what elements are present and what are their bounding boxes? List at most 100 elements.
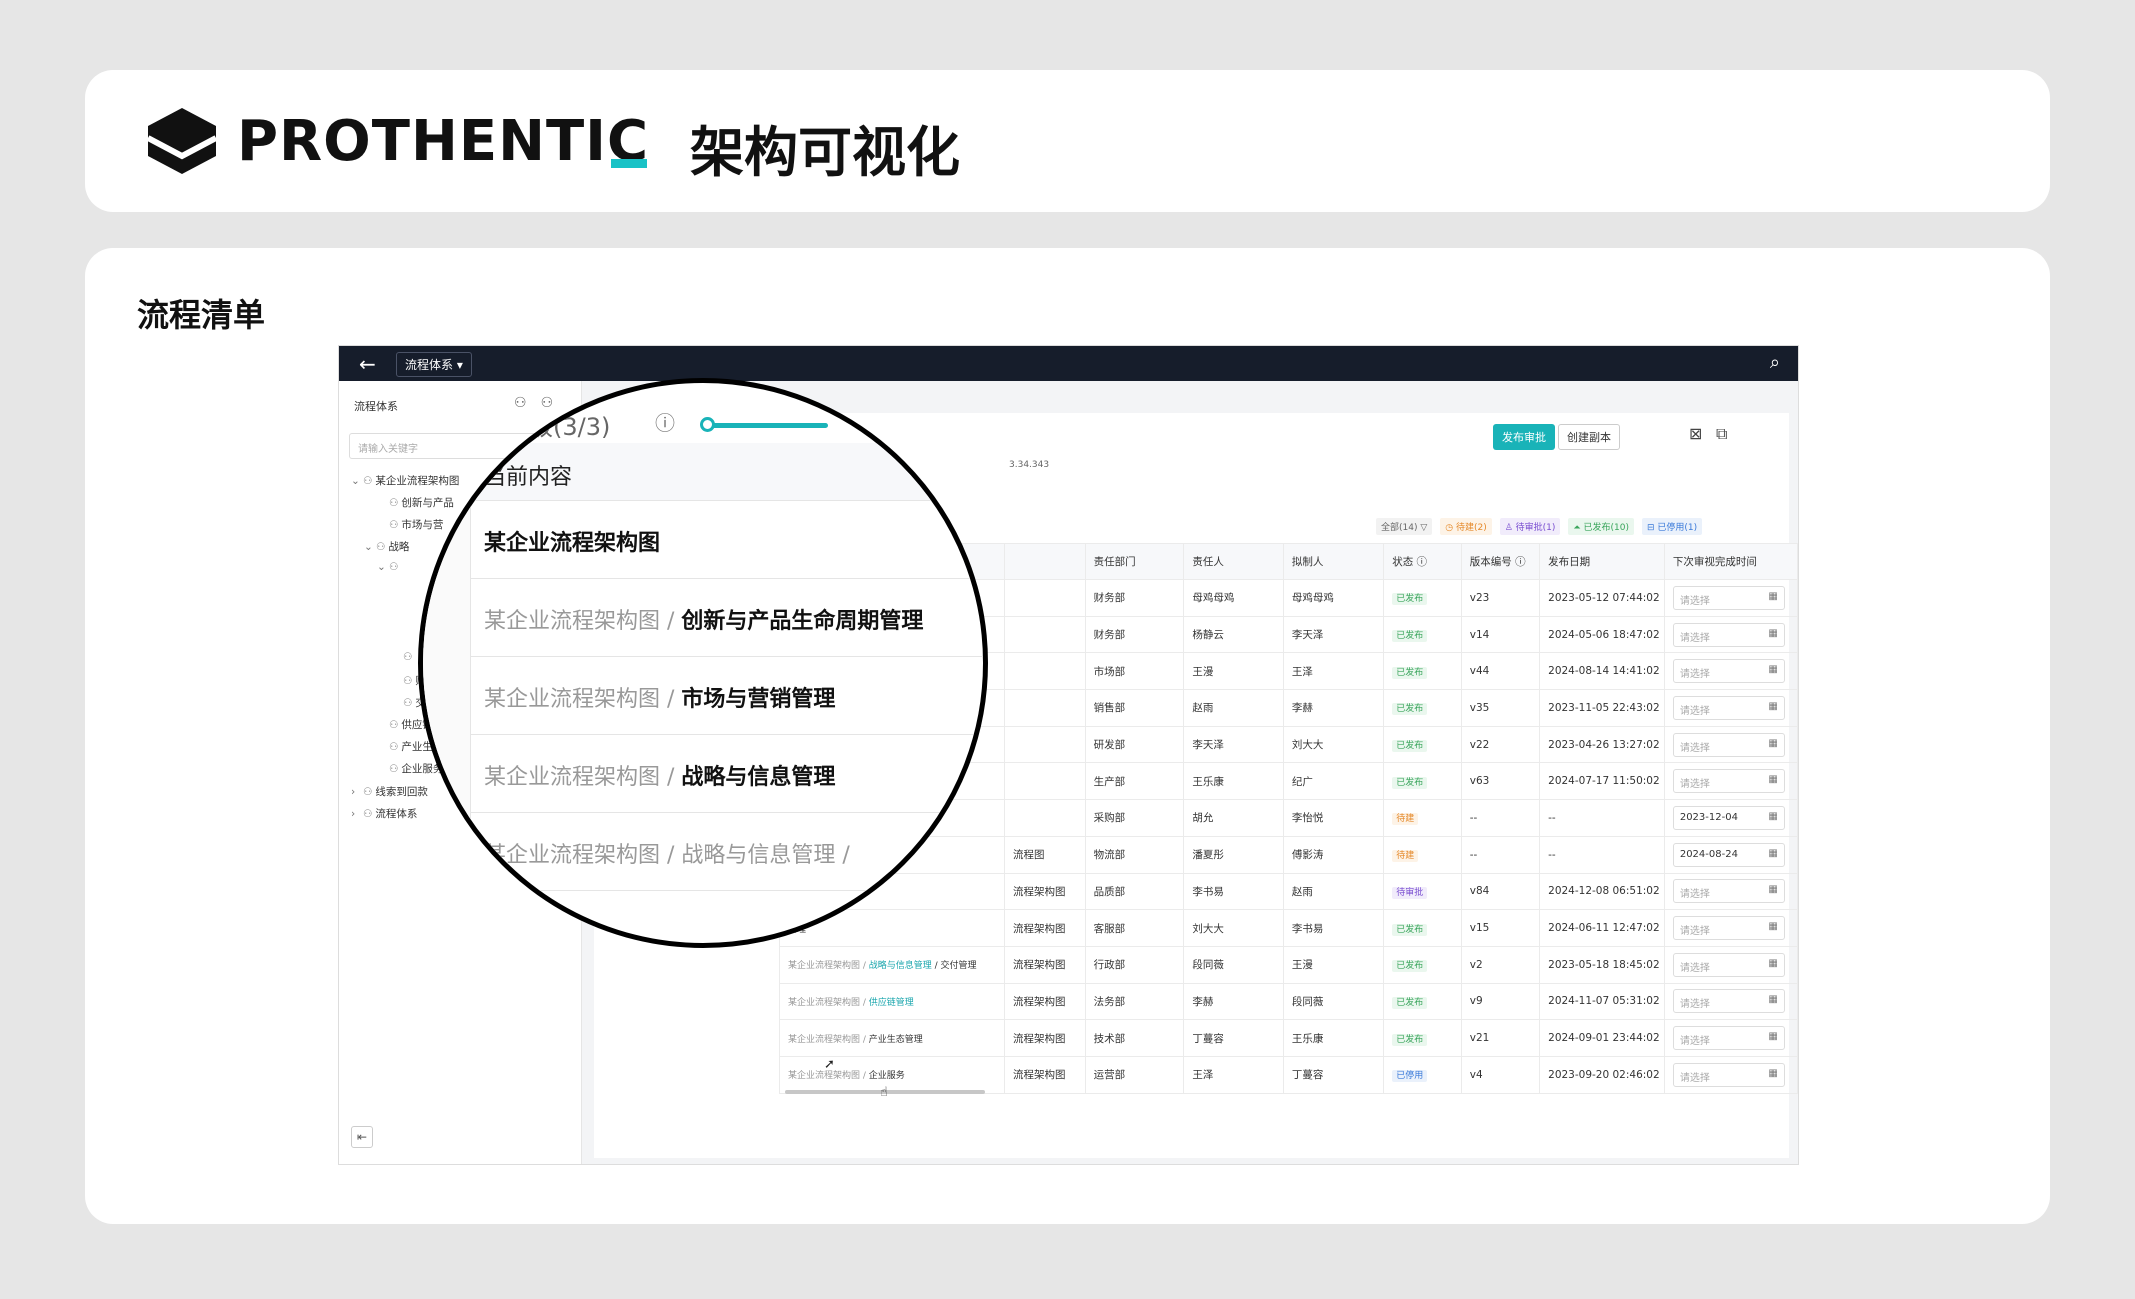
excel-export-icon[interactable]: ⊠ [1689,424,1702,443]
date-picker-input[interactable]: 请选择 [1672,585,1785,610]
dept-cell: 运营部 [1084,1055,1185,1094]
status-cell: 已发布 [1383,652,1462,691]
sidebar-tree-item[interactable]: ⌄ ⚇ 战略 [364,539,409,554]
tree-node-icon: ⚇ [389,497,399,509]
create-copy-button[interactable]: 创建副本 [1558,424,1620,450]
status-badge: 已发布 [1392,960,1428,973]
publish-approval-button[interactable]: 发布审批 [1493,424,1555,450]
date-picker-input[interactable]: 2024-08-24 [1672,842,1785,867]
date-cell: 2024-08-14 14:41:02 [1539,652,1665,691]
column-header[interactable]: 拟制人 [1282,543,1385,580]
version-cell: v44 [1460,652,1541,691]
column-header[interactable] [1004,543,1086,580]
next-review-cell: 请选择 [1663,982,1798,1021]
column-header[interactable]: 版本编号 ⓘ [1460,543,1541,580]
date-picker-input[interactable]: 请选择 [1672,989,1785,1014]
lens-row[interactable]: 某企业流程架构图 [471,501,983,579]
date-picker-input[interactable]: 2023-12-04 [1672,805,1785,830]
table-row[interactable]: 某企业流程架构图 / 企业服务 流程架构图 运营部 王泽 丁蔓容 已停用 v4 2023-09… [779,1055,1798,1094]
sidebar-tree-item[interactable]: › ⚇ 线索到回款 [351,784,428,799]
collapse-sidebar-icon[interactable]: ⇤ [351,1126,373,1148]
type-cell [1004,579,1086,617]
magnifier-lens: 层级(3/3) ⓘ 当前内容 某企业流程架构图 某企业流程架构图 / 创新与产品生… [418,378,988,948]
table-row[interactable]: 某企业流程架构图 / 供应链管理 流程架构图 法务部 李赫 段同薇 已发布 v9 2024-1… [779,982,1798,1021]
tree-node-icon: ⚇ [389,741,399,753]
sidebar-title: 流程体系 [354,400,398,413]
column-header[interactable]: 状态 ⓘ [1383,543,1462,580]
level-slider-knob[interactable] [700,417,715,432]
search-icon[interactable]: ⌕ [1770,352,1780,373]
drafter-cell: 王漫 [1282,945,1385,984]
status-filter-chip[interactable]: ⏶ 已发布(10) [1568,518,1634,535]
info-icon: ⓘ [655,411,675,435]
column-header[interactable]: 发布日期 [1539,543,1665,580]
date-cell: 2023-04-26 13:27:02 [1539,725,1665,764]
sidebar-tree-item[interactable]: ⌄ ⚇ [377,561,401,573]
next-review-cell: 请选择 [1663,579,1798,617]
date-cell: 2024-06-11 12:47:02 [1539,909,1665,947]
path-link[interactable]: 战略与信息管理 [869,961,932,971]
next-review-cell: 请选择 [1663,872,1798,911]
copy-doc-icon[interactable]: ⧉ [1716,424,1727,444]
table-row[interactable]: 某企业流程架构图 / 战略与信息管理 / 交付管理 流程架构图 行政部 段同薇 王漫 已发… [779,945,1798,984]
lens-row[interactable]: 某企业流程架构图 / 创新与产品生命周期管理 [471,579,983,657]
dept-cell: 法务部 [1084,982,1185,1021]
date-picker-input[interactable]: 请选择 [1672,732,1785,757]
owner-cell: 王泽 [1183,1055,1284,1094]
status-filter-chip[interactable]: ♙ 待审批(1) [1499,518,1561,535]
next-review-cell: 请选择 [1663,945,1798,984]
dept-cell: 采购部 [1084,799,1185,837]
column-header[interactable]: 责任人 [1183,543,1284,580]
level-slider[interactable] [708,423,828,428]
date-picker-input[interactable]: 请选择 [1672,659,1785,684]
status-filters: 全部(14) ▽ ◷ 待建(2) ♙ 待审批(1) ⏶ 已发布(10) ⊟ 已停用(1) [1376,518,1703,535]
version-cell: v84 [1460,872,1541,911]
type-cell [1004,762,1086,801]
sidebar-tree-item[interactable]: › ⚇ 流程体系 [351,806,417,821]
next-review-cell: 请选择 [1663,1019,1798,1057]
chevron-icon[interactable]: › [351,808,363,820]
version-cell: v21 [1460,1019,1541,1057]
date-picker-input[interactable]: 请选择 [1672,769,1785,794]
version-cell: v15 [1460,909,1541,947]
version-cell: v63 [1460,762,1541,801]
dept-cell: 品质部 [1084,872,1185,911]
date-picker-input[interactable]: 请选择 [1672,916,1785,941]
date-cell: 2023-05-18 18:45:02 [1539,945,1665,984]
date-picker-input[interactable]: 请选择 [1672,1062,1785,1087]
status-filter-chip[interactable]: 全部(14) ▽ [1376,518,1433,535]
sidebar-tree-item[interactable]: ⚇ [391,651,415,663]
date-picker-input[interactable]: 请选择 [1672,622,1785,647]
status-badge: 待审批 [1392,886,1428,899]
column-header[interactable]: 下次审视完成时间 [1663,543,1798,580]
status-filter-chip[interactable]: ⊟ 已停用(1) [1641,518,1703,535]
lens-row[interactable]: 某企业流程架构图 / 市场与营销管理 [471,657,983,735]
dept-cell: 生产部 [1084,762,1185,801]
tree-node-icon: ⚇ [363,786,373,798]
back-arrow-icon[interactable]: ← [359,352,376,376]
owner-cell: 胡允 [1183,799,1284,837]
date-picker-input[interactable]: 请选择 [1672,952,1785,977]
date-picker-input[interactable]: 请选择 [1672,879,1785,904]
column-header[interactable]: 责任部门 [1084,543,1185,580]
system-dropdown[interactable]: 流程体系 ▾ [396,352,472,377]
date-cell: 2024-11-07 05:31:02 [1539,982,1665,1021]
lens-row[interactable]: 某企业流程架构图 / 战略与信息管理 [471,735,983,813]
table-row[interactable]: 某企业流程架构图 / 产业生态管理 流程架构图 技术部 丁蔓容 王乐康 已发布 v21 202… [779,1019,1798,1057]
status-badge: 已发布 [1392,1033,1428,1046]
status-cell: 已停用 [1383,1055,1462,1094]
status-cell: 已发布 [1383,579,1462,617]
path-link[interactable]: 供应链管理 [869,998,914,1008]
chevron-icon[interactable]: ⌄ [351,475,363,487]
status-filter-chip[interactable]: ◷ 待建(2) [1440,518,1492,535]
brand-logo: PROTHENTIC [145,106,649,176]
lens-sidebar [423,443,471,943]
lens-row[interactable]: 某企业流程架构图 / 战略与信息管理 / [471,813,983,891]
next-review-cell: 请选择 [1663,909,1798,947]
chevron-icon[interactable]: ⌄ [377,561,389,573]
chevron-icon[interactable]: ⌄ [364,541,376,553]
date-picker-input[interactable]: 请选择 [1672,1026,1785,1051]
date-picker-input[interactable]: 请选择 [1672,695,1785,720]
chevron-icon[interactable]: › [351,786,363,798]
status-cell: 已发布 [1383,909,1462,947]
